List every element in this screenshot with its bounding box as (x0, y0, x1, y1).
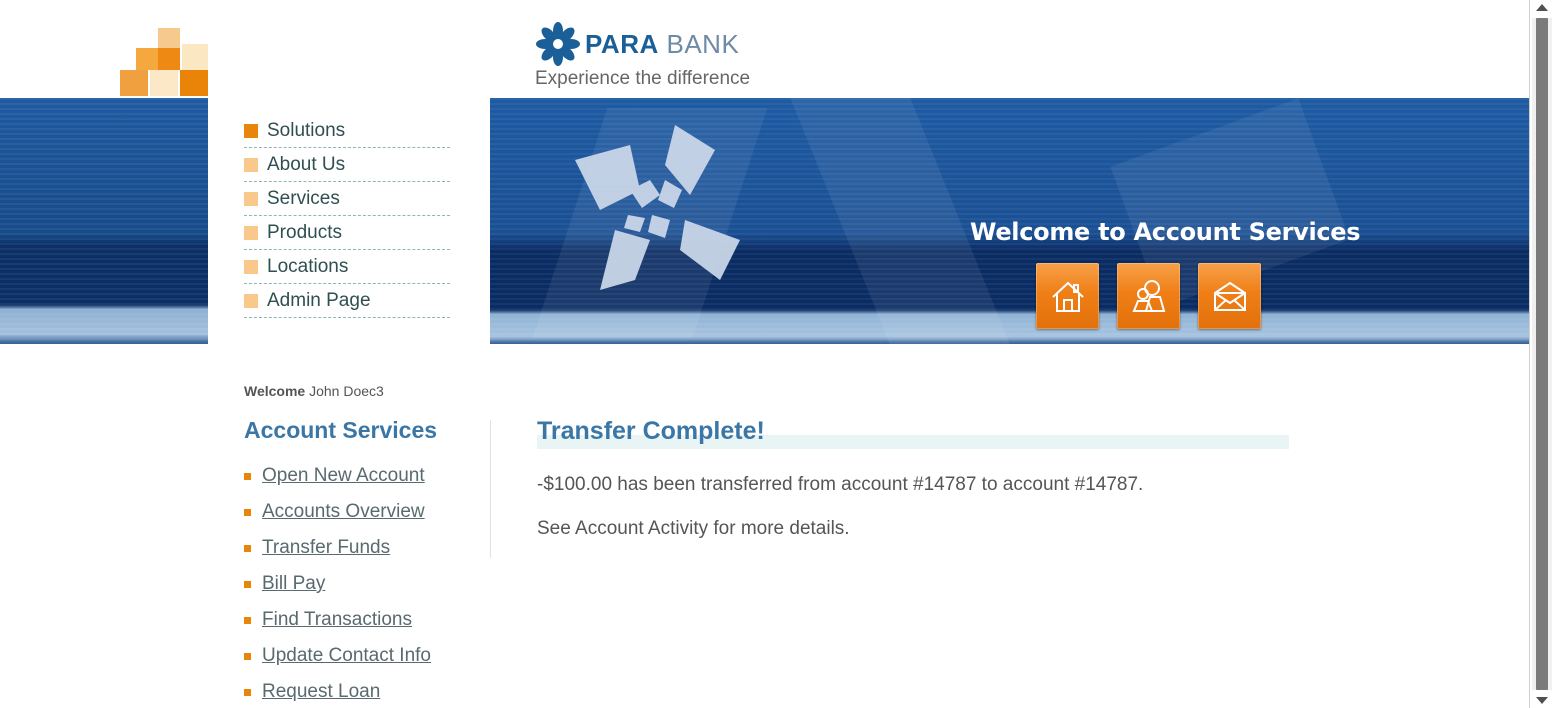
bullet-icon (244, 652, 251, 660)
parabank-logo[interactable]: PARA BANK (535, 18, 739, 70)
nav-label[interactable]: Admin Page (267, 290, 371, 312)
account-services-title: Account Services (244, 417, 438, 443)
nav-label[interactable]: Products (267, 222, 342, 244)
parabank-flower-icon (536, 22, 580, 66)
nav-item-about-us[interactable]: About Us (244, 148, 450, 182)
nav-bullet-icon (244, 259, 258, 274)
update-contact-info-link[interactable]: Update Contact Info (262, 645, 431, 667)
contact-button[interactable] (1198, 263, 1261, 329)
transfer-funds-link[interactable]: Transfer Funds (262, 537, 390, 559)
about-button[interactable] (1117, 263, 1180, 329)
content-title-wrap: Transfer Complete! (537, 417, 1289, 449)
list-item: Accounts Overview (244, 494, 431, 530)
nav-label: Solutions (267, 119, 346, 141)
brand-caption: Experience the difference (535, 68, 751, 89)
list-item: Open New Account (244, 458, 431, 494)
email-icon (1213, 281, 1246, 311)
column-divider (490, 420, 491, 558)
bill-pay-link[interactable]: Bill Pay (262, 573, 325, 595)
vertical-scrollbar[interactable] (1530, 0, 1554, 708)
nav-item-locations[interactable]: Locations (244, 250, 450, 284)
accounts-overview-link[interactable]: Accounts Overview (262, 501, 425, 523)
nav-item-admin-page[interactable]: Admin Page (244, 284, 450, 318)
nav-bullet-icon (244, 157, 258, 172)
nav-bullet-icon (244, 191, 258, 206)
bullet-icon (244, 472, 251, 480)
list-item: Bill Pay (244, 566, 431, 602)
scrollbar-thumb[interactable] (1536, 18, 1548, 690)
header-nav-menu: Solutions About Us Services Products Loc… (244, 114, 450, 318)
scroll-down-icon[interactable] (1536, 697, 1548, 704)
list-item: Update Contact Info (244, 638, 431, 674)
nav-bullet-icon (244, 225, 258, 240)
find-transactions-link[interactable]: Find Transactions (262, 609, 412, 631)
bullet-icon (244, 508, 251, 516)
nav-bullet-icon (244, 123, 258, 138)
parabank-logo-squares (108, 28, 212, 98)
scroll-up-icon[interactable] (1536, 4, 1548, 11)
nav-item-services[interactable]: Services (244, 182, 450, 216)
list-item: Transfer Funds (244, 530, 431, 566)
bullet-icon (244, 580, 251, 588)
bullet-icon (244, 616, 251, 624)
nav-label[interactable]: Services (267, 188, 340, 210)
page-title: Transfer Complete! (537, 417, 765, 445)
transfer-message: -$100.00 has been transferred from accou… (537, 474, 1144, 495)
home-button[interactable] (1036, 263, 1099, 329)
list-item: Find Transactions (244, 602, 431, 638)
welcome-label: Welcome (244, 383, 306, 399)
bullet-icon (244, 544, 251, 552)
nav-bullet-icon (244, 293, 258, 308)
list-item: Request Loan (244, 674, 431, 708)
nav-item-solutions: Solutions (244, 114, 450, 148)
details-message: See Account Activity for more details. (537, 518, 850, 539)
brand-bank: BANK (666, 28, 740, 59)
welcome-line: Welcome John Doec3 (244, 383, 384, 399)
brand-name: PARA BANK (585, 29, 739, 60)
home-icon (1051, 281, 1084, 312)
nav-label[interactable]: About Us (267, 154, 345, 176)
banner-emblem-icon (575, 125, 740, 290)
nav-item-products[interactable]: Products (244, 216, 450, 250)
nav-label[interactable]: Locations (267, 256, 348, 278)
contact-icon (1132, 280, 1165, 312)
account-services-list: Open New Account Accounts Overview Trans… (244, 458, 431, 708)
open-new-account-link[interactable]: Open New Account (262, 465, 425, 487)
band-left-panel (0, 98, 208, 344)
user-name: John Doec3 (309, 383, 384, 399)
request-loan-link[interactable]: Request Loan (262, 681, 380, 703)
bullet-icon (244, 688, 251, 696)
banner-title: Welcome to Account Services (970, 218, 1361, 246)
brand-para: PARA (585, 28, 659, 59)
